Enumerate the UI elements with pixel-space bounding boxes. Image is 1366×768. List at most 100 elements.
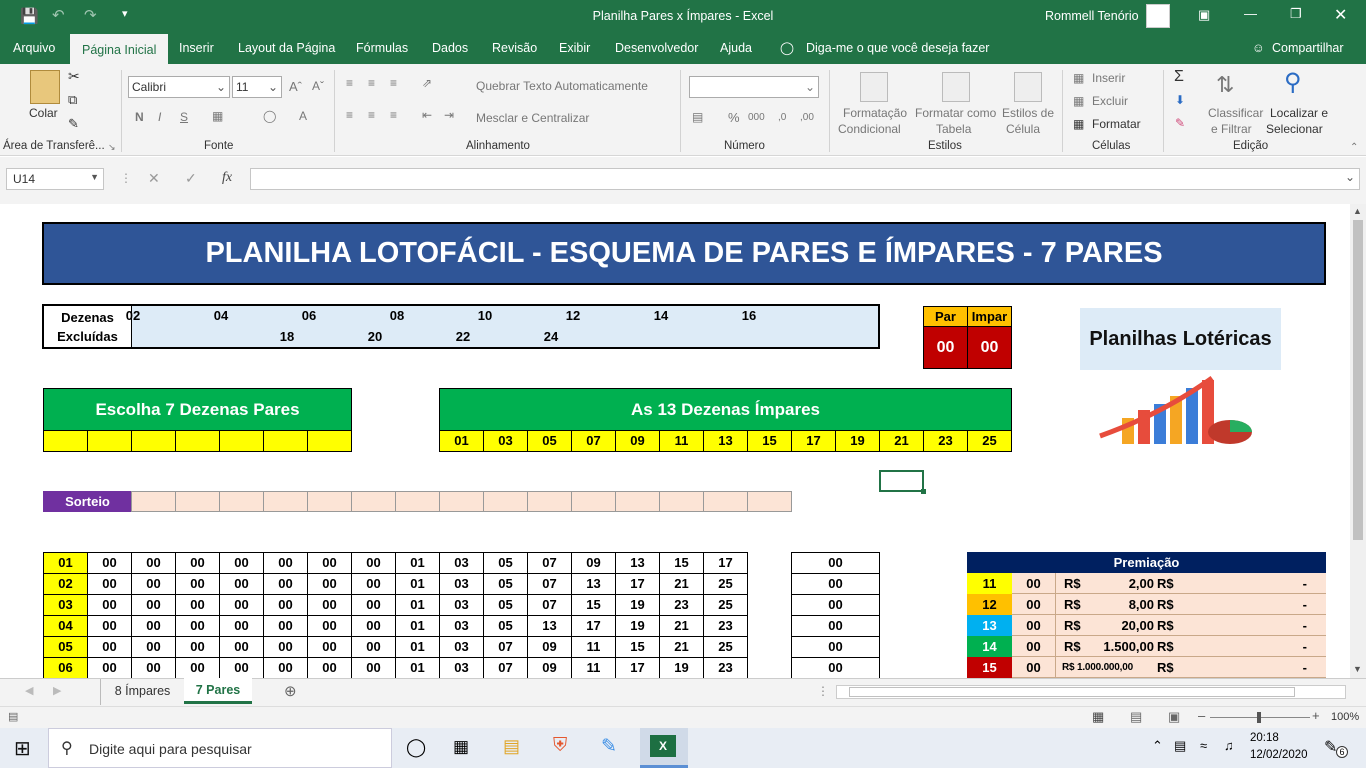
scroll-up-icon[interactable]: ▲: [1353, 206, 1362, 216]
draw-cell[interactable]: [703, 491, 748, 512]
formula-input[interactable]: ⌄: [250, 168, 1360, 190]
wrap-text-button[interactable]: Quebrar Texto Automaticamente: [476, 79, 648, 93]
thousands-button[interactable]: 000: [748, 112, 765, 123]
windows-start-icon[interactable]: ⊞: [14, 736, 31, 761]
draw-cell[interactable]: [659, 491, 704, 512]
search-icon[interactable]: ⚲: [1284, 68, 1302, 97]
format-table-label-1[interactable]: Formatar como: [915, 106, 996, 120]
draw-cell[interactable]: [131, 491, 176, 512]
tab-layout[interactable]: Layout da Página: [238, 32, 335, 64]
delete-cells-button[interactable]: Excluir: [1092, 94, 1128, 108]
insert-function-button[interactable]: fx: [222, 170, 232, 186]
tab-formulas[interactable]: Fórmulas: [356, 32, 408, 64]
even-choice-cell[interactable]: [175, 430, 220, 452]
cortana-icon[interactable]: ◯: [406, 737, 426, 758]
tab-7-pares[interactable]: 7 Pares: [184, 678, 252, 704]
find-select-label-2[interactable]: Selecionar: [1266, 122, 1323, 136]
bold-button[interactable]: N: [135, 110, 144, 124]
selected-cell[interactable]: [879, 470, 924, 492]
font-size-select[interactable]: 11 ⌄: [232, 76, 282, 98]
tab-pagina-inicial[interactable]: Página Inicial: [70, 32, 169, 64]
copy-icon[interactable]: ⧉: [68, 92, 77, 108]
battery-icon[interactable]: ▤: [1174, 738, 1186, 754]
wifi-icon[interactable]: ≈: [1200, 738, 1207, 753]
zoom-out-icon[interactable]: –: [1198, 708, 1205, 723]
tab-ajuda[interactable]: Ajuda: [720, 32, 752, 64]
format-table-icon[interactable]: [942, 72, 970, 102]
clear-icon[interactable]: ✎: [1175, 116, 1185, 130]
draw-cell[interactable]: [219, 491, 264, 512]
draw-cell[interactable]: [307, 491, 352, 512]
currency-icon[interactable]: ▤: [692, 110, 703, 124]
tab-inserir[interactable]: Inserir: [179, 32, 214, 64]
format-table-label-2[interactable]: Tabela: [936, 122, 971, 136]
format-cells-button[interactable]: Formatar: [1092, 117, 1141, 131]
draw-cell[interactable]: [615, 491, 660, 512]
draw-cell[interactable]: [571, 491, 616, 512]
fill-icon[interactable]: ⬇: [1175, 93, 1185, 107]
tab-dados[interactable]: Dados: [432, 32, 468, 64]
orientation-icon[interactable]: ⇗: [422, 76, 432, 90]
even-choice-cell[interactable]: [43, 430, 88, 452]
even-choice-cell[interactable]: [131, 430, 176, 452]
ribbon-display-icon[interactable]: ▣: [1198, 7, 1210, 23]
conditional-format-label-2[interactable]: Condicional: [838, 122, 901, 136]
even-choice-cell[interactable]: [219, 430, 264, 452]
align-right-icon[interactable]: ≡: [390, 108, 397, 122]
sort-filter-label-2[interactable]: e Filtrar: [1211, 122, 1252, 136]
decrease-decimal-button[interactable]: ,00: [800, 112, 814, 123]
draw-cell[interactable]: [439, 491, 484, 512]
draw-cell[interactable]: [395, 491, 440, 512]
even-choice-cell[interactable]: [307, 430, 352, 452]
user-name[interactable]: Rommell Tenório: [1045, 9, 1139, 23]
cancel-icon[interactable]: ✕: [148, 170, 160, 187]
file-explorer-icon[interactable]: ▤: [503, 736, 520, 757]
sort-filter-icon[interactable]: ⇅: [1216, 72, 1234, 98]
font-name-select[interactable]: Calibri ⌄: [128, 76, 230, 98]
task-view-icon[interactable]: ▦: [453, 737, 469, 757]
draw-cell[interactable]: [175, 491, 220, 512]
share-button[interactable]: Compartilhar: [1272, 32, 1344, 64]
prev-sheet-icon[interactable]: ◀: [25, 684, 33, 697]
conditional-format-icon[interactable]: [860, 72, 888, 102]
zoom-slider-thumb[interactable]: [1257, 712, 1261, 723]
fill-color-icon[interactable]: ◯: [263, 109, 276, 123]
clock-time[interactable]: 20:18: [1250, 732, 1279, 744]
taskbar-search[interactable]: ⚲ Digite aqui para pesquisar: [48, 728, 392, 768]
cell-styles-label-2[interactable]: Célula: [1006, 122, 1040, 136]
tab-exibir[interactable]: Exibir: [559, 32, 590, 64]
normal-view-icon[interactable]: ▦: [1092, 709, 1104, 725]
clock-date[interactable]: 12/02/2020: [1250, 749, 1308, 761]
draw-cell[interactable]: [263, 491, 308, 512]
collapse-ribbon-icon[interactable]: ⌃: [1350, 142, 1358, 153]
paste-button[interactable]: Colar: [29, 106, 58, 120]
brave-icon[interactable]: ⛨: [553, 735, 567, 757]
zoom-level[interactable]: 100%: [1331, 711, 1359, 723]
vertical-scrollbar[interactable]: ▲ ▼: [1350, 204, 1366, 678]
minimize-icon[interactable]: —: [1244, 6, 1257, 21]
grow-font-icon[interactable]: Aˆ: [289, 79, 302, 94]
hscroll-thumb[interactable]: [849, 687, 1295, 697]
add-sheet-icon[interactable]: ⊕: [284, 682, 297, 700]
increase-indent-icon[interactable]: ⇥: [444, 108, 454, 122]
volume-icon[interactable]: ♫: [1224, 738, 1234, 753]
scroll-thumb[interactable]: [1353, 220, 1363, 540]
underline-button[interactable]: S: [180, 110, 188, 124]
increase-decimal-button[interactable]: ,0: [778, 112, 786, 123]
align-center-icon[interactable]: ≡: [368, 108, 375, 122]
fill-handle[interactable]: [921, 489, 926, 494]
close-icon[interactable]: ✕: [1334, 5, 1347, 25]
paint-icon[interactable]: ✎: [601, 735, 617, 758]
tab-desenvolvedor[interactable]: Desenvolvedor: [615, 32, 698, 64]
tab-split-icon[interactable]: ⋮: [817, 684, 829, 698]
align-left-icon[interactable]: ≡: [346, 108, 353, 122]
sort-filter-label-1[interactable]: Classificar: [1208, 106, 1263, 120]
borders-icon[interactable]: ▦: [212, 109, 223, 123]
cell-styles-icon[interactable]: [1014, 72, 1042, 102]
zoom-in-icon[interactable]: +: [1312, 708, 1320, 723]
format-painter-icon[interactable]: ✎: [68, 116, 79, 132]
cell-styles-label-1[interactable]: Estilos de: [1002, 106, 1054, 120]
italic-button[interactable]: I: [158, 110, 161, 124]
expand-formula-icon[interactable]: ⌄: [1345, 170, 1355, 184]
number-format-select[interactable]: ⌄: [689, 76, 819, 98]
